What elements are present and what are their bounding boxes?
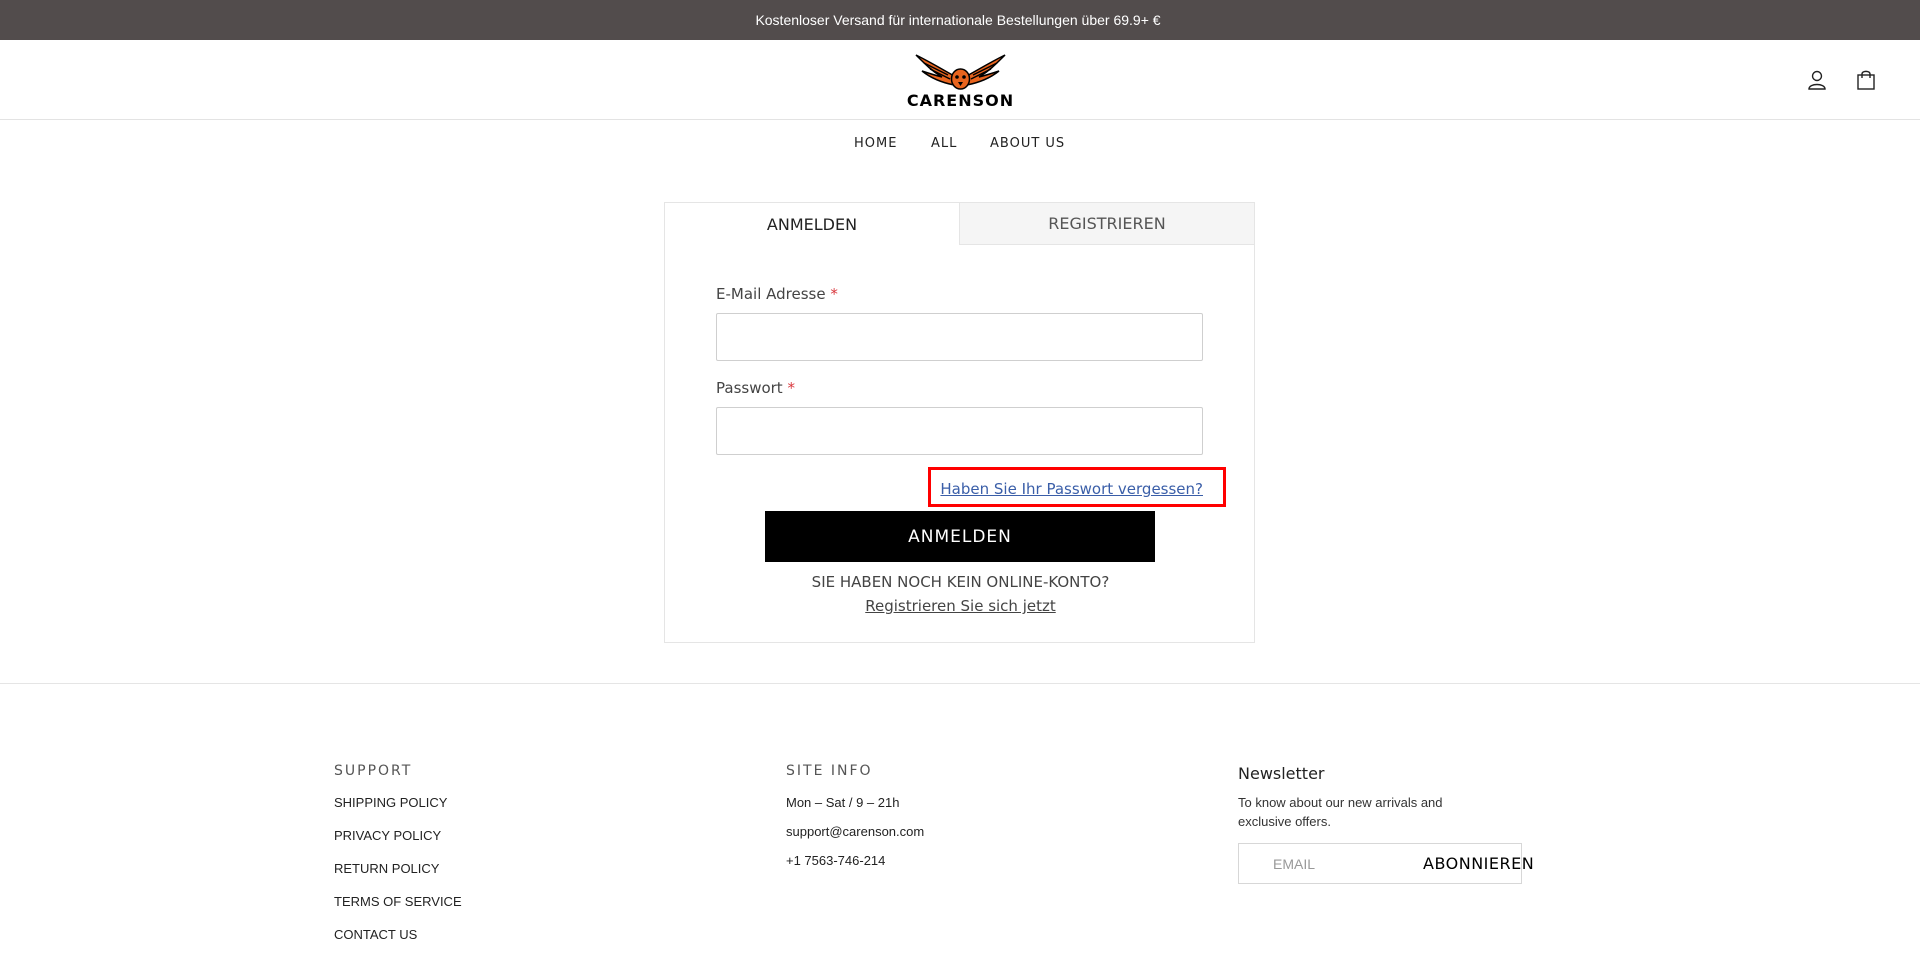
- logo-text: CARENSON: [906, 91, 1015, 110]
- tab-registrieren[interactable]: REGISTRIEREN: [959, 203, 1254, 245]
- shopping-bag-icon[interactable]: [1855, 69, 1877, 91]
- password-label: Passwort *: [716, 379, 795, 397]
- footer-support: SUPPORT SHIPPING POLICY PRIVACY POLICY R…: [334, 763, 462, 960]
- site-header: CARENSON: [0, 40, 1920, 120]
- email-label: E-Mail Adresse *: [716, 285, 838, 303]
- eagle-logo-icon: [915, 54, 1006, 90]
- footer-newsletter: Newsletter To know about our new arrival…: [1238, 764, 1534, 884]
- logo[interactable]: CARENSON: [902, 51, 1019, 111]
- user-icon[interactable]: [1806, 69, 1828, 91]
- footer-divider: [0, 683, 1920, 684]
- no-account-text: SIE HABEN NOCH KEIN ONLINE-KONTO?: [811, 573, 1110, 591]
- promo-text: Kostenloser Versand für internationale B…: [755, 12, 1161, 28]
- tab-anmelden[interactable]: ANMELDEN: [665, 203, 959, 245]
- register-link-wrap: Registrieren Sie sich jetzt: [665, 597, 1256, 615]
- required-marker: *: [787, 379, 795, 397]
- required-marker: *: [830, 285, 838, 303]
- newsletter-subscribe-button[interactable]: ABONNIEREN: [1417, 853, 1540, 874]
- site-info-hours: Mon – Sat / 9 – 21h: [786, 795, 900, 810]
- password-label-text: Passwort: [716, 379, 783, 397]
- footer-link-contact-us[interactable]: CONTACT US: [334, 927, 462, 942]
- newsletter-email-input[interactable]: [1239, 844, 1415, 883]
- nav-item-about-us[interactable]: ABOUT US: [990, 136, 1065, 151]
- login-tabs: ANMELDEN REGISTRIEREN: [665, 203, 1254, 245]
- password-field[interactable]: [716, 407, 1203, 455]
- login-card: ANMELDEN REGISTRIEREN E-Mail Adresse * P…: [664, 202, 1255, 643]
- site-info-email: support@carenson.com: [786, 824, 925, 839]
- footer-link-privacy-policy[interactable]: PRIVACY POLICY: [334, 828, 462, 843]
- login-submit-button[interactable]: ANMELDEN: [765, 511, 1155, 562]
- support-heading: SUPPORT: [334, 763, 413, 779]
- nav-item-home[interactable]: HOME: [854, 136, 897, 151]
- newsletter-form: ABONNIEREN: [1238, 843, 1534, 884]
- register-link[interactable]: Registrieren Sie sich jetzt: [865, 597, 1056, 615]
- nav-item-all[interactable]: ALL: [931, 136, 957, 151]
- footer-link-shipping-policy[interactable]: SHIPPING POLICY: [334, 795, 462, 810]
- footer-site-info: SITE INFO Mon – Sat / 9 – 21h support@ca…: [786, 763, 924, 882]
- promo-bar: Kostenloser Versand für internationale B…: [0, 0, 1920, 40]
- forgot-password-link[interactable]: Haben Sie Ihr Passwort vergessen?: [940, 480, 1203, 498]
- site-info-phone: +1 7563-746-214: [786, 853, 886, 868]
- site-info-heading: SITE INFO: [786, 763, 873, 779]
- forgot-password-highlight: Haben Sie Ihr Passwort vergessen?: [928, 467, 1226, 507]
- email-label-text: E-Mail Adresse: [716, 285, 826, 303]
- footer-link-terms-of-service[interactable]: TERMS OF SERVICE: [334, 894, 462, 909]
- newsletter-description: To know about our new arrivals and exclu…: [1238, 795, 1443, 829]
- newsletter-title: Newsletter: [1238, 764, 1325, 783]
- email-field[interactable]: [716, 313, 1203, 361]
- footer-link-return-policy[interactable]: RETURN POLICY: [334, 861, 462, 876]
